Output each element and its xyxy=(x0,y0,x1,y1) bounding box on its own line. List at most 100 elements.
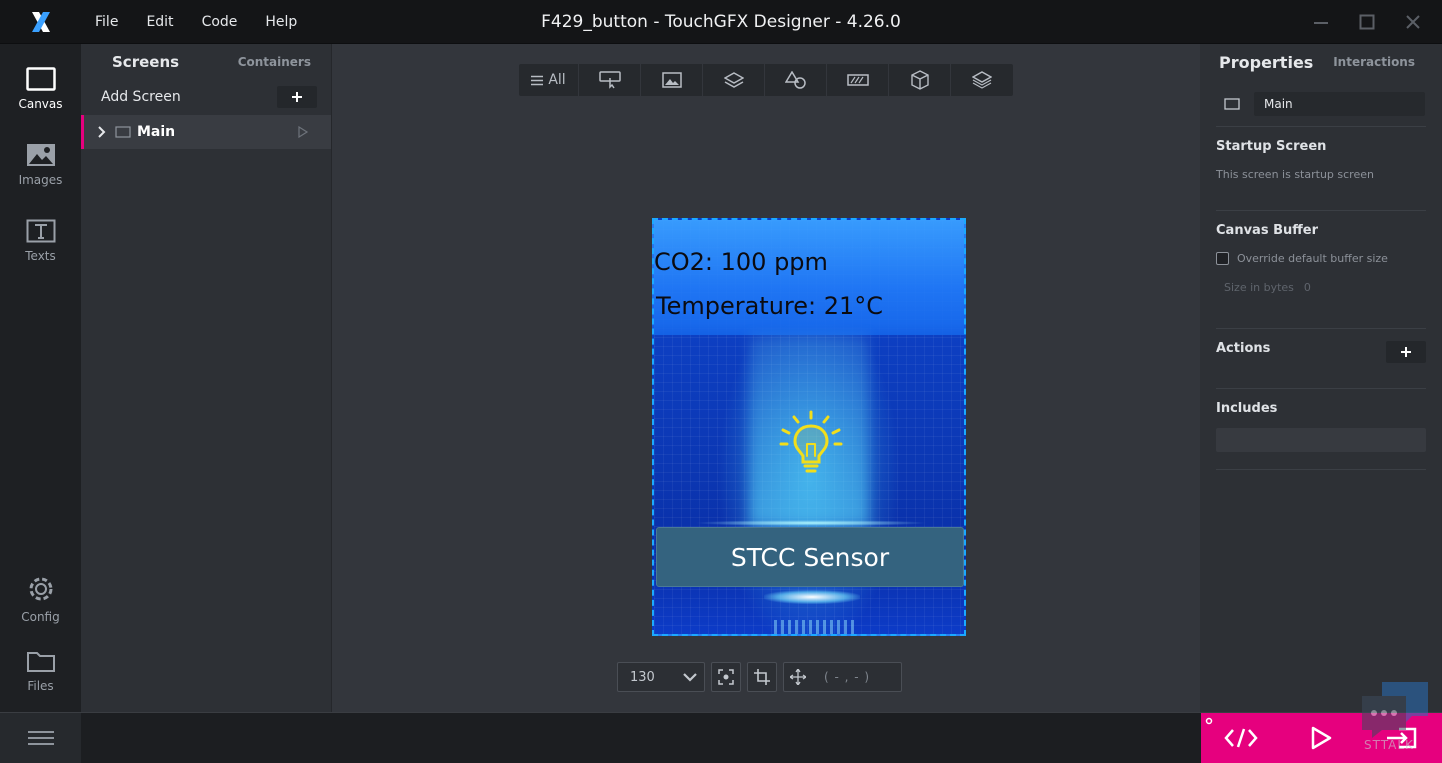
hamburger-icon xyxy=(27,731,54,745)
plus-icon xyxy=(1401,347,1411,357)
canvas-buffer-section: Canvas Buffer Override default buffer si… xyxy=(1216,210,1426,328)
add-screen-label: Add Screen xyxy=(101,89,181,105)
light-bulb-icon[interactable] xyxy=(776,408,846,478)
filter-all-button[interactable]: All xyxy=(519,64,579,96)
override-buffer-checkbox[interactable] xyxy=(1216,252,1229,265)
buffer-size-row: Size in bytes 0 xyxy=(1224,281,1426,294)
startup-screen-description: This screen is startup screen xyxy=(1216,168,1374,181)
progress-icon xyxy=(846,74,869,86)
menu-help[interactable]: Help xyxy=(251,0,311,44)
filter-images-button[interactable] xyxy=(641,64,703,96)
run-simulator-button[interactable] xyxy=(1281,713,1361,763)
layers-icon xyxy=(723,72,744,88)
floor-glow xyxy=(764,590,860,604)
minimize-button[interactable] xyxy=(1300,6,1342,38)
image-icon xyxy=(26,144,55,166)
generate-code-button[interactable] xyxy=(1201,713,1281,763)
cursor-coordinates: ( - , - ) xyxy=(783,662,902,692)
maximize-button[interactable] xyxy=(1346,6,1388,38)
canvas-icon xyxy=(25,67,56,91)
fit-to-screen-button[interactable] xyxy=(711,662,741,692)
override-buffer-row: Override default buffer size xyxy=(1216,252,1426,265)
tab-properties[interactable]: Properties xyxy=(1219,53,1313,72)
left-nav: Canvas Images Texts Config Files xyxy=(0,44,81,712)
includes-section: Includes xyxy=(1216,388,1426,470)
close-icon xyxy=(1406,15,1420,29)
tab-interactions[interactable]: Interactions xyxy=(1333,55,1415,69)
plus-icon xyxy=(292,92,302,102)
startup-screen-section: Startup Screen This screen is startup sc… xyxy=(1216,126,1426,210)
crop-button[interactable] xyxy=(747,662,777,692)
zoom-bar: 130 ( - , - ) xyxy=(617,662,902,692)
minimize-icon xyxy=(1314,22,1328,24)
gear-icon xyxy=(29,577,52,601)
screens-panel: Screens Containers Add Screen Main xyxy=(81,44,332,712)
add-action-button[interactable] xyxy=(1386,341,1426,363)
glow-line xyxy=(694,520,928,526)
cube-icon xyxy=(910,70,929,90)
text-icon xyxy=(26,219,55,243)
screen-name-input[interactable]: Main xyxy=(1254,92,1425,116)
play-icon[interactable] xyxy=(297,126,309,138)
screen-item-main[interactable]: Main xyxy=(81,115,331,149)
status-dot-icon xyxy=(1205,717,1213,725)
properties-panel: Properties Interactions Main Startup Scr… xyxy=(1200,44,1441,712)
coordinates-value: ( - , - ) xyxy=(824,670,871,684)
buffer-size-label: Size in bytes xyxy=(1224,281,1294,294)
nav-canvas[interactable]: Canvas xyxy=(0,56,81,122)
filter-progress-button[interactable] xyxy=(827,64,889,96)
bottom-bar xyxy=(0,712,1442,763)
image-icon xyxy=(661,72,682,88)
includes-input[interactable] xyxy=(1216,428,1426,452)
floor-lines xyxy=(774,620,854,634)
menu-button[interactable] xyxy=(0,713,81,763)
close-button[interactable] xyxy=(1392,6,1434,38)
filter-all-label: All xyxy=(548,72,566,88)
add-screen-row: Add Screen xyxy=(81,80,331,114)
code-icon xyxy=(1224,728,1258,748)
screen-icon xyxy=(115,126,131,138)
filter-buttons-button[interactable] xyxy=(579,64,641,96)
buffer-size-value[interactable]: 0 xyxy=(1304,281,1311,294)
stcc-sensor-button[interactable]: STCC Sensor xyxy=(656,527,964,587)
includes-title: Includes xyxy=(1216,401,1278,416)
co2-text[interactable]: CO2: 100 ppm xyxy=(654,248,828,276)
canvas-area: All CO2: 100 ppm Temperature: 21°C STCC … xyxy=(332,44,1200,712)
crop-icon xyxy=(754,669,770,685)
filter-3d-button[interactable] xyxy=(889,64,951,96)
zoom-select[interactable]: 130 xyxy=(617,662,705,692)
screen-icon xyxy=(1224,98,1240,110)
play-icon xyxy=(1311,726,1332,750)
chevron-down-icon xyxy=(683,673,697,682)
properties-tabs: Properties Interactions xyxy=(1200,44,1441,80)
nav-texts[interactable]: Texts xyxy=(0,208,81,274)
touchgfx-logo-icon xyxy=(0,0,81,44)
menu-edit[interactable]: Edit xyxy=(132,0,187,44)
filter-shapes-button[interactable] xyxy=(765,64,827,96)
window-controls xyxy=(1300,0,1434,44)
move-icon xyxy=(790,669,806,685)
tab-containers[interactable]: Containers xyxy=(238,55,311,69)
chevron-right-icon[interactable] xyxy=(97,126,107,138)
tab-screens[interactable]: Screens xyxy=(112,53,179,71)
menu-bar: File Edit Code Help xyxy=(81,0,311,44)
screens-tabs: Screens Containers xyxy=(81,44,331,80)
nav-config[interactable]: Config xyxy=(0,566,81,632)
nav-canvas-label: Canvas xyxy=(18,97,63,111)
nav-texts-label: Texts xyxy=(25,249,56,263)
screen-name-row: Main xyxy=(1200,86,1441,122)
watermark-text: STTALK xyxy=(1364,738,1414,752)
nav-images[interactable]: Images xyxy=(0,132,81,198)
menu-file[interactable]: File xyxy=(81,0,132,44)
actions-section: Actions xyxy=(1216,328,1426,388)
filter-containers-button[interactable] xyxy=(703,64,765,96)
add-screen-button[interactable] xyxy=(277,86,317,108)
canvas-buffer-title: Canvas Buffer xyxy=(1216,223,1319,238)
filter-misc-button[interactable] xyxy=(951,64,1013,96)
device-screen-preview[interactable]: CO2: 100 ppm Temperature: 21°C STCC Sens… xyxy=(652,218,966,636)
nav-files-label: Files xyxy=(27,679,54,693)
temperature-text[interactable]: Temperature: 21°C xyxy=(656,292,883,320)
menu-code[interactable]: Code xyxy=(188,0,252,44)
nav-files[interactable]: Files xyxy=(0,638,81,704)
focus-icon xyxy=(718,669,734,685)
